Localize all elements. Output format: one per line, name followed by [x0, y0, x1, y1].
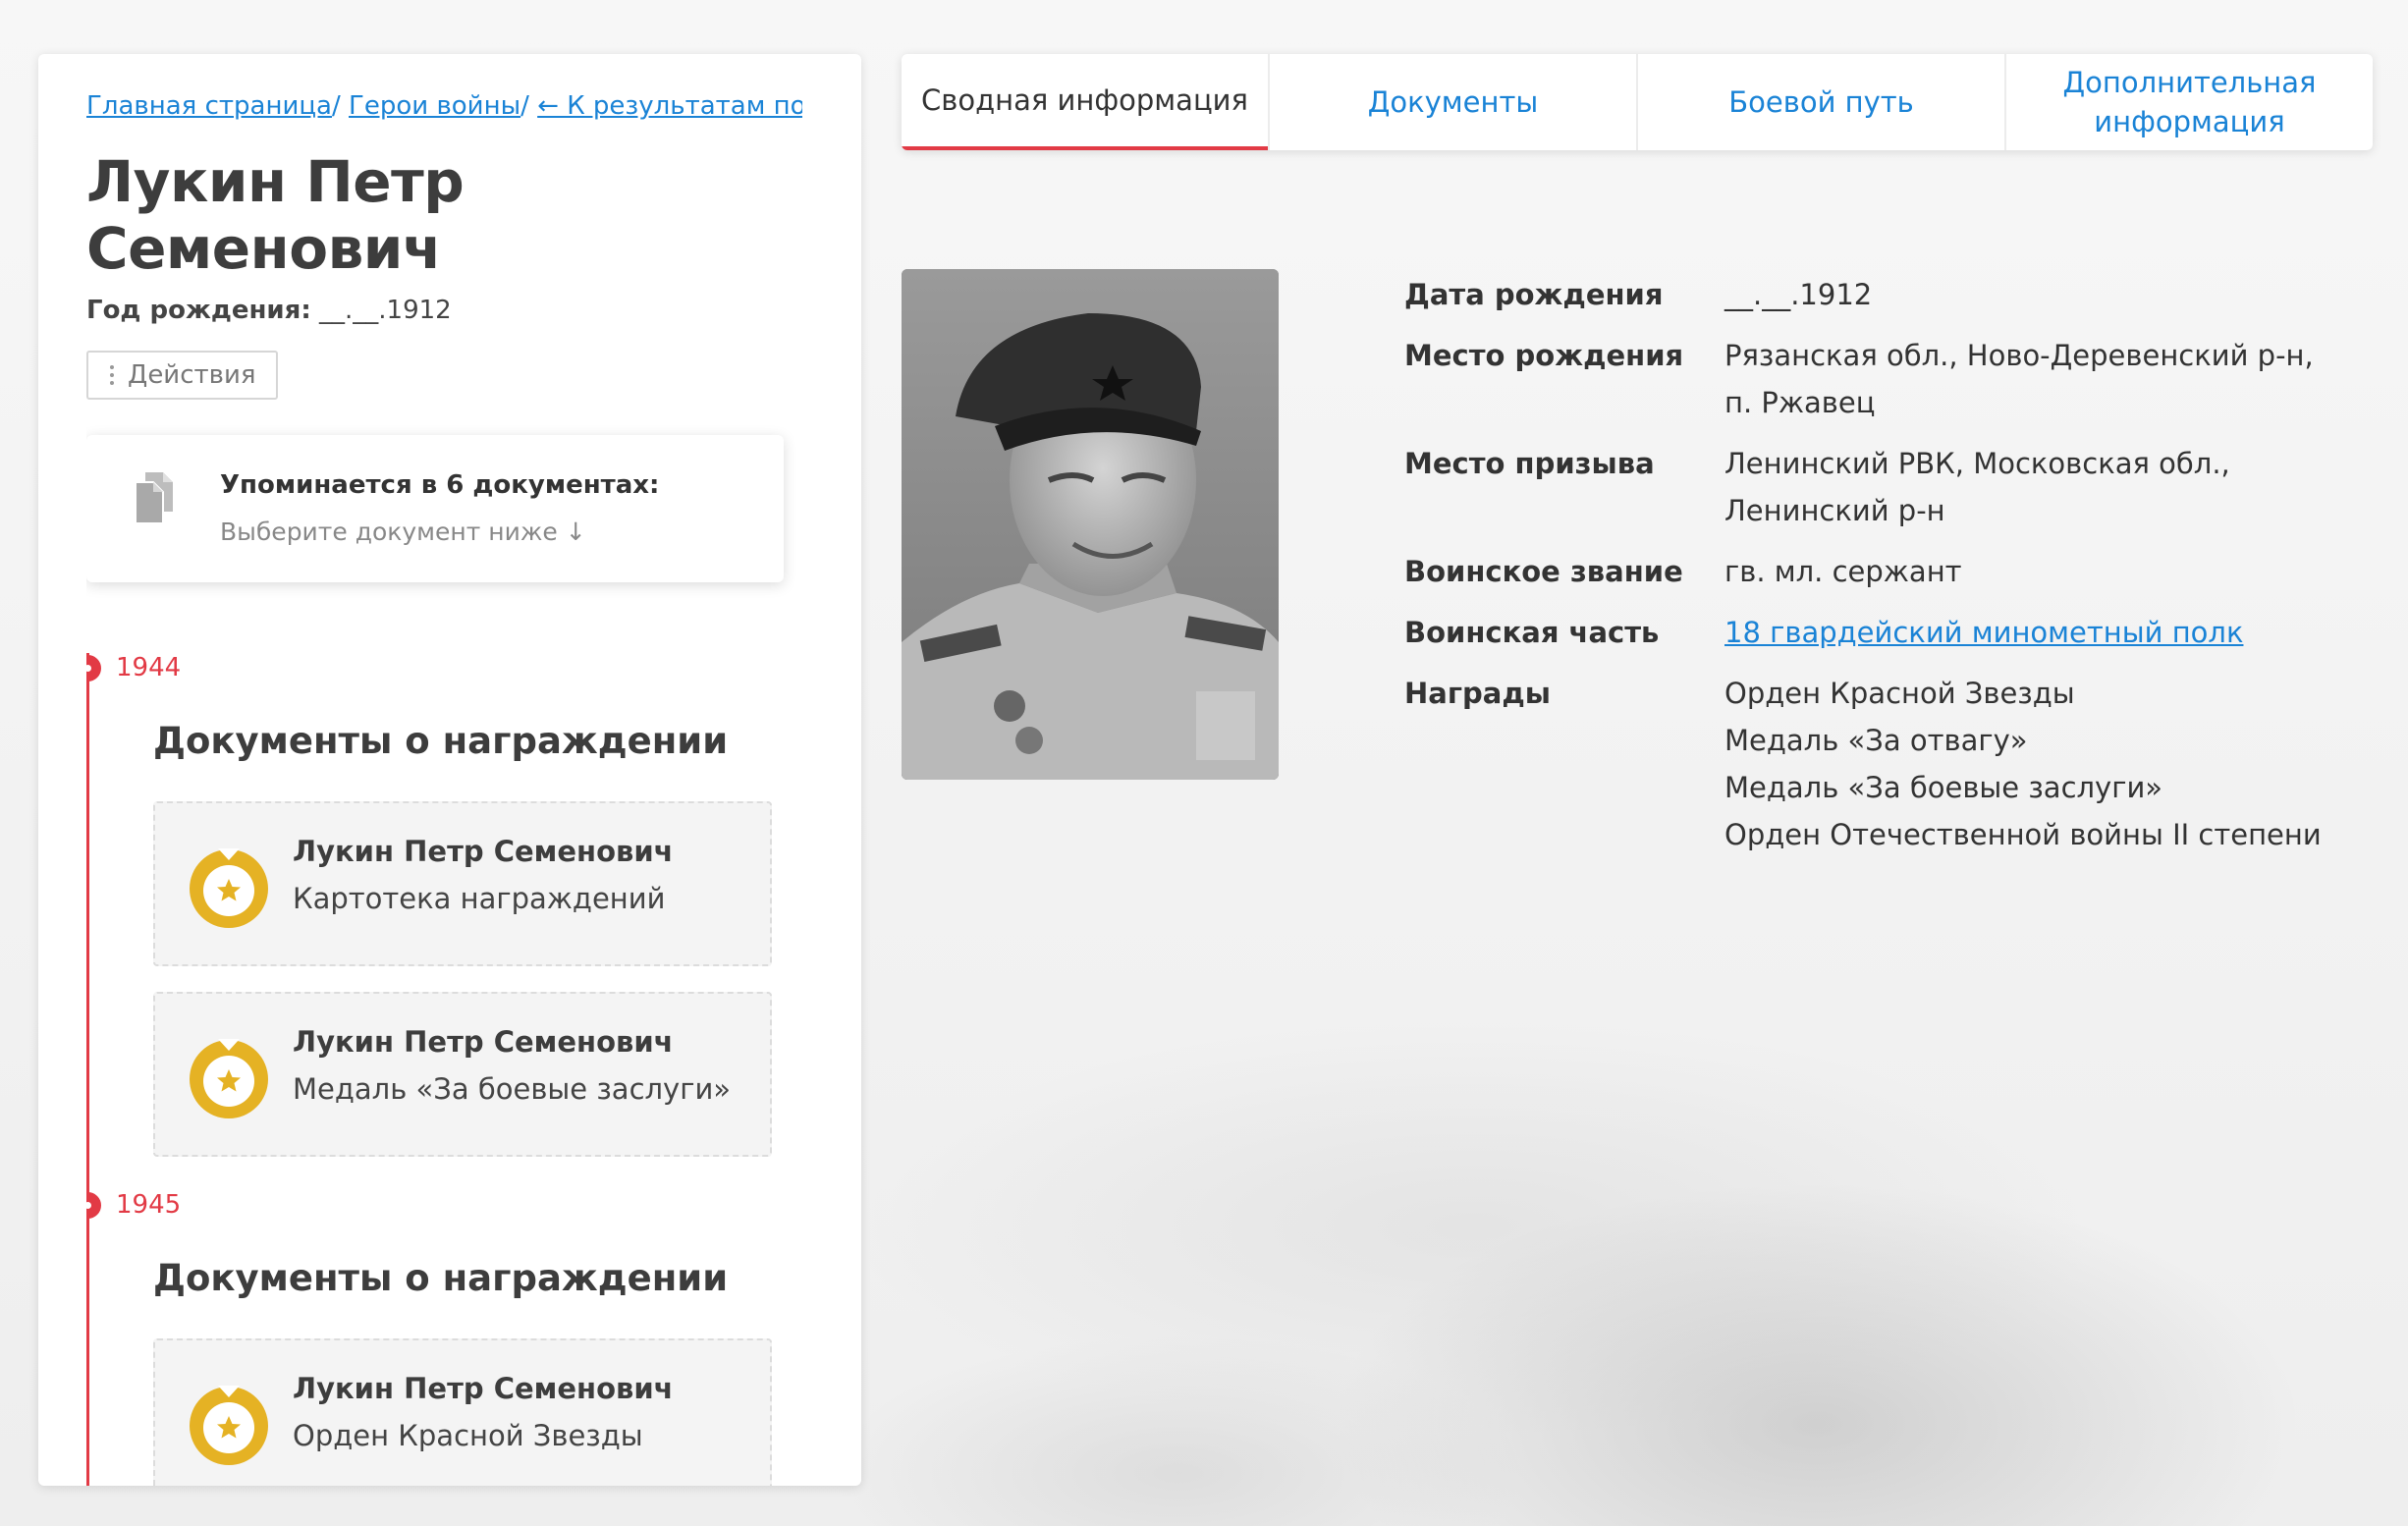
- info-value: Ленинский РВК, Московская обл., Ленински…: [1724, 447, 2230, 527]
- timeline-dot: [86, 654, 101, 681]
- tab-additional-info[interactable]: Дополнительная информация: [2004, 54, 2373, 150]
- mentions-title: Упоминается в 6 документах:: [220, 470, 660, 500]
- info-label: Награды: [1404, 677, 1551, 710]
- info-value: Рязанская обл., Ново-Деревенский р-н, п.…: [1724, 339, 2314, 419]
- info-label: Место рождения: [1404, 339, 1684, 372]
- hero-photo: [902, 269, 1279, 780]
- left-panel-content: Главная страница/ Герои войны/ ← К резул…: [86, 91, 802, 1486]
- info-label: Воинская часть: [1404, 616, 1660, 649]
- medal-icon: [190, 1386, 268, 1465]
- info-label: Место призыва: [1404, 447, 1655, 480]
- breadcrumb-separator: /: [520, 91, 529, 121]
- medal-icon: [190, 1039, 268, 1118]
- tab-documents[interactable]: Документы: [1268, 54, 1636, 150]
- timeline-year: 1944: [86, 653, 802, 682]
- info-row-birth-place: Место рождения Рязанская обл., Ново-Дере…: [1404, 332, 2347, 426]
- info-value: __.__.1912: [1724, 278, 1873, 311]
- mentions-card: Упоминается в 6 документах: Выберите док…: [86, 435, 784, 582]
- back-to-results-link[interactable]: ← К результатам поиска: [537, 91, 802, 121]
- summary-info: Дата рождения __.__.1912 Место рождения …: [1404, 271, 2347, 872]
- timeline-line: [86, 653, 89, 1486]
- tab-bar: Сводная информация Документы Боевой путь…: [902, 54, 2373, 150]
- military-unit-link[interactable]: 18 гвардейский минометный полк: [1724, 616, 2243, 649]
- portrait-illustration: [902, 269, 1279, 780]
- timeline-group-title: Документы о награждении: [153, 1257, 729, 1299]
- award-card-name: Лукин Петр Семенович: [293, 1372, 674, 1405]
- mentions-subtitle: Выберите документ ниже ↓: [220, 518, 586, 546]
- info-row-unit: Воинская часть 18 гвардейский минометный…: [1404, 609, 2347, 656]
- birth-year-label: Год рождения:: [86, 296, 311, 325]
- birth-year: Год рождения: __.__.1912: [86, 296, 802, 325]
- tab-battle-path[interactable]: Боевой путь: [1636, 54, 2004, 150]
- award-item: Медаль «За отвагу»: [1724, 724, 2028, 757]
- dots-icon: [110, 365, 114, 385]
- actions-button-label: Действия: [128, 360, 256, 390]
- left-panel: Главная страница/ Герои войны/ ← К резул…: [38, 54, 861, 1486]
- timeline-year-label: 1945: [116, 1190, 182, 1220]
- timeline-dot: [86, 1191, 101, 1219]
- awards-list: Орден Красной Звезды Медаль «За отвагу» …: [1724, 670, 2347, 858]
- breadcrumb: Главная страница/ Герои войны/ ← К резул…: [86, 91, 802, 121]
- award-card-name: Лукин Петр Семенович: [293, 1025, 674, 1059]
- page-title: Лукин Петр Семенович: [86, 148, 465, 282]
- timeline-group-title: Документы о награждении: [153, 720, 729, 762]
- breadcrumb-home-link[interactable]: Главная страница: [86, 91, 332, 121]
- info-label: Воинское звание: [1404, 555, 1683, 588]
- medal-icon: [190, 848, 268, 928]
- award-card-name: Лукин Петр Семенович: [293, 835, 674, 868]
- award-document-card[interactable]: Лукин Петр Семенович Медаль «За боевые з…: [153, 992, 772, 1157]
- award-item: Орден Красной Звезды: [1724, 677, 2075, 710]
- info-row-awards: Награды Орден Красной Звезды Медаль «За …: [1404, 670, 2347, 858]
- info-value: 18 гвардейский минометный полк: [1724, 609, 2347, 656]
- breadcrumb-separator: /: [331, 91, 341, 121]
- breadcrumb-heroes-link[interactable]: Герои войны: [349, 91, 520, 121]
- award-item: Орден Отечественной войны II степени: [1724, 818, 2322, 851]
- award-document-card[interactable]: Лукин Петр Семенович Орден Красной Звезд…: [153, 1338, 772, 1486]
- actions-button[interactable]: Действия: [86, 351, 278, 400]
- timeline-year: 1945: [86, 1190, 802, 1220]
- info-row-draft-place: Место призыва Ленинский РВК, Московская …: [1404, 440, 2347, 534]
- award-card-type: Орден Красной Звезды: [293, 1419, 643, 1452]
- info-value: гв. мл. сержант: [1724, 555, 1962, 588]
- award-document-card[interactable]: Лукин Петр Семенович Картотека награжден…: [153, 801, 772, 966]
- info-label: Дата рождения: [1404, 278, 1664, 311]
- birth-year-value: __.__.1912: [319, 296, 452, 325]
- award-card-type: Медаль «За боевые заслуги»: [293, 1072, 732, 1106]
- award-item: Медаль «За боевые заслуги»: [1724, 771, 2163, 804]
- info-row-birth-date: Дата рождения __.__.1912: [1404, 271, 2347, 318]
- award-card-type: Картотека награждений: [293, 882, 666, 915]
- timeline-year-label: 1944: [116, 653, 182, 682]
- info-row-rank: Воинское звание гв. мл. сержант: [1404, 548, 2347, 595]
- document-icon: [136, 472, 173, 523]
- tab-summary[interactable]: Сводная информация: [902, 54, 1268, 150]
- timeline: 1944 Документы о награждении Лукин Петр …: [86, 653, 802, 1486]
